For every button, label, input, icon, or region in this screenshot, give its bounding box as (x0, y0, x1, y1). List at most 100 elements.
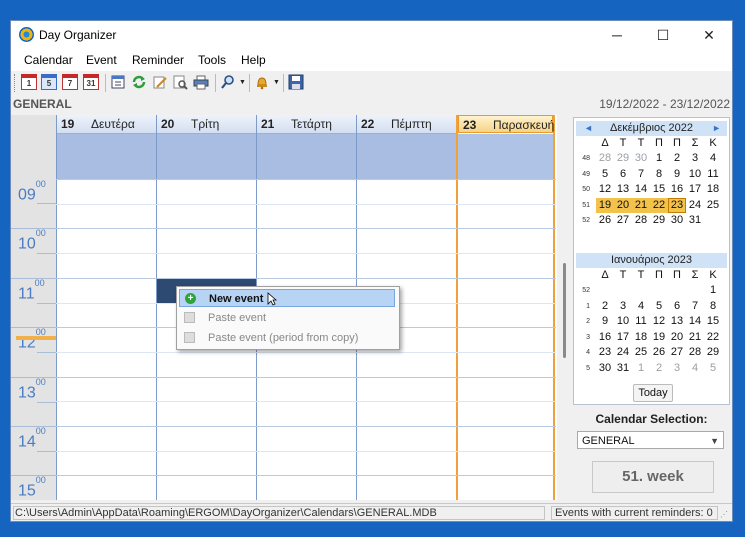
calendar-day-cell[interactable]: 1 (650, 151, 668, 166)
calendar-list-icon[interactable] (110, 74, 126, 91)
calendar-day-cell[interactable]: 2 (596, 299, 614, 314)
preview-icon[interactable] (172, 74, 188, 91)
calendar-day-cell[interactable]: 31 (686, 213, 704, 228)
calendar-day-cell[interactable]: 1 (704, 283, 722, 298)
calendar-day-cell[interactable]: 16 (668, 182, 686, 197)
calendar-day-cell[interactable]: 29 (704, 345, 722, 360)
bell-icon[interactable] (254, 74, 270, 91)
toolbar-grip[interactable] (14, 74, 17, 92)
scrollbar-thumb[interactable] (563, 263, 566, 358)
calendar-day-cell[interactable]: 24 (614, 345, 632, 360)
calendar-day-cell[interactable]: 26 (650, 345, 668, 360)
calendar-day-cell[interactable]: 3 (668, 361, 686, 376)
calendar-day-cell[interactable]: 20 (668, 330, 686, 345)
calendar-day-cell[interactable]: 18 (704, 182, 722, 197)
menu-tools[interactable]: Tools (198, 53, 226, 67)
allday-area[interactable] (357, 134, 456, 179)
calendar-day-cell[interactable]: 22 (650, 197, 668, 213)
calendar-day-icon[interactable]: 1 (21, 74, 37, 90)
calendar-day-cell[interactable]: 9 (668, 167, 686, 182)
calendar-day-cell[interactable]: 15 (650, 182, 668, 197)
calendar-day-cell[interactable]: 4 (686, 361, 704, 376)
calendar-day-cell[interactable]: 5 (650, 299, 668, 314)
calendar-day-cell[interactable]: 23 (668, 197, 686, 213)
calendar-day-cell[interactable]: 25 (704, 198, 722, 213)
refresh-icon[interactable] (131, 74, 147, 91)
calendar-day-cell[interactable]: 10 (614, 314, 632, 329)
calendar-day-cell[interactable]: 3 (686, 151, 704, 166)
calendar-day-cell[interactable]: 28 (632, 213, 650, 228)
resize-grip-icon[interactable]: ⋰ (720, 510, 730, 520)
calendar-day-cell[interactable]: 5 (704, 361, 722, 376)
calendar-day-cell[interactable]: 12 (596, 182, 614, 197)
calendar-day-cell[interactable]: 30 (596, 361, 614, 376)
print-icon[interactable] (193, 74, 209, 91)
day-header-today[interactable]: 23 Παρασκευή (458, 115, 554, 133)
calendar-day-cell[interactable]: 26 (596, 213, 614, 228)
calendar-day-cell[interactable]: 14 (632, 182, 650, 197)
calendar-day-cell[interactable]: 17 (614, 330, 632, 345)
paste-event-menu-item[interactable]: Paste event (179, 309, 395, 327)
calendar-week-icon[interactable]: 7 (62, 74, 78, 90)
calendar-day-cell[interactable]: 17 (686, 182, 704, 197)
calendar-day-cell[interactable]: 22 (704, 330, 722, 345)
allday-area[interactable] (458, 134, 553, 179)
calendar-day-cell[interactable]: 5 (596, 167, 614, 182)
calendar-day-cell[interactable]: 19 (650, 330, 668, 345)
menu-help[interactable]: Help (241, 53, 266, 67)
calendar-day-cell[interactable]: 8 (650, 167, 668, 182)
calendar-day-cell[interactable]: 6 (614, 167, 632, 182)
next-month-icon[interactable]: ► (712, 121, 721, 136)
calendar-day-cell[interactable]: 23 (596, 345, 614, 360)
calendar-workweek-icon[interactable]: 5 (41, 74, 57, 90)
maximize-button[interactable]: ☐ (640, 21, 686, 49)
calendar-day-cell[interactable]: 13 (668, 314, 686, 329)
grid-scrollbar[interactable] (560, 115, 568, 500)
calendar-day-cell[interactable]: 7 (632, 167, 650, 182)
calendar-day-cell[interactable]: 28 (596, 151, 614, 166)
calendar-day-cell[interactable]: 28 (686, 345, 704, 360)
calendar-day-cell[interactable]: 27 (614, 213, 632, 228)
calendar-day-cell[interactable]: 7 (686, 299, 704, 314)
calendar-day-cell[interactable]: 21 (686, 330, 704, 345)
day-header[interactable]: 21 Τετάρτη (257, 115, 356, 134)
calendar-day-cell[interactable]: 12 (650, 314, 668, 329)
calendar-day-cell[interactable]: 19 (596, 197, 614, 213)
search-dropdown-arrow-icon[interactable]: ▼ (239, 79, 246, 86)
search-icon[interactable] (220, 74, 236, 91)
calendar-day-cell[interactable]: 8 (704, 299, 722, 314)
calendar-day-cell[interactable]: 25 (632, 345, 650, 360)
calendar-day-cell[interactable]: 2 (650, 361, 668, 376)
calendar-day-cell[interactable]: 14 (686, 314, 704, 329)
day-header[interactable]: 19 Δευτέρα (57, 115, 156, 134)
calendar-day-cell[interactable]: 15 (704, 314, 722, 329)
calendar-day-cell[interactable]: 16 (596, 330, 614, 345)
paste-event-copy-menu-item[interactable]: Paste event (period from copy) (179, 329, 395, 347)
calendar-day-cell[interactable]: 9 (596, 314, 614, 329)
calendar-day-cell[interactable]: 21 (632, 197, 650, 213)
calendar-month-icon[interactable]: 31 (83, 74, 99, 90)
calendar-day-cell[interactable]: 6 (668, 299, 686, 314)
calendar-day-cell[interactable]: 24 (686, 198, 704, 213)
calendar-day-cell[interactable]: 11 (632, 314, 650, 329)
calendar-day-cell[interactable]: 2 (668, 151, 686, 166)
menu-reminder[interactable]: Reminder (132, 53, 184, 67)
allday-area[interactable] (57, 134, 156, 179)
calendar-selection-dropdown[interactable]: GENERAL ▼ (577, 431, 724, 449)
calendar-day-cell[interactable]: 13 (614, 182, 632, 197)
day-header[interactable]: 20 Τρίτη (157, 115, 256, 134)
save-icon[interactable] (288, 74, 304, 91)
calendar-day-cell[interactable]: 18 (632, 330, 650, 345)
edit-icon[interactable] (152, 74, 168, 91)
calendar-day-cell[interactable]: 31 (614, 361, 632, 376)
calendar-day-cell[interactable]: 10 (686, 167, 704, 182)
calendar-day-cell[interactable]: 27 (668, 345, 686, 360)
close-button[interactable]: ✕ (686, 21, 732, 49)
calendar-day-cell[interactable]: 3 (614, 299, 632, 314)
today-button[interactable]: Today (633, 384, 673, 402)
new-event-menu-item[interactable]: + New event (179, 289, 395, 307)
calendar-day-cell[interactable]: 30 (632, 151, 650, 166)
calendar-day-cell[interactable]: 20 (614, 197, 632, 213)
bell-dropdown-arrow-icon[interactable]: ▼ (273, 79, 280, 86)
calendar-day-cell[interactable]: 29 (614, 151, 632, 166)
